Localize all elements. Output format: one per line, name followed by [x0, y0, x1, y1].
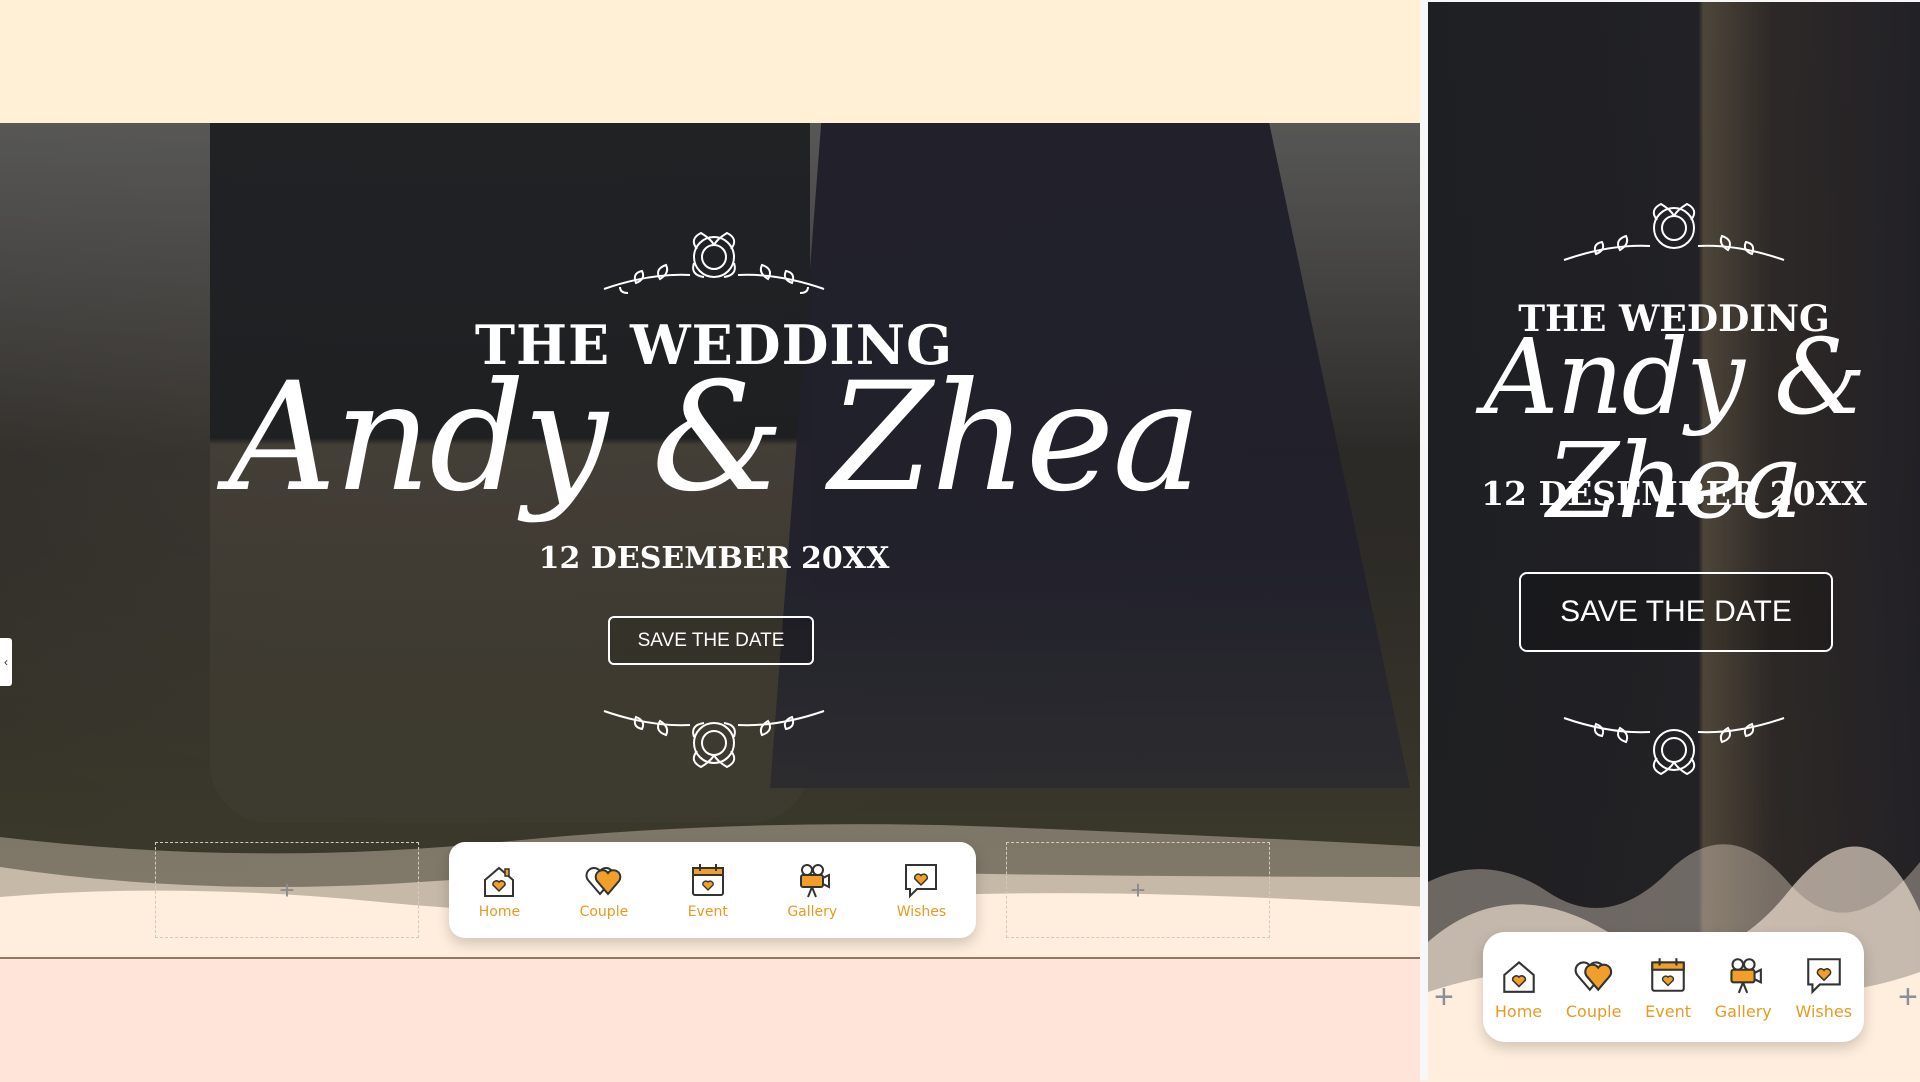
mobile-nav-home[interactable]: Home [1495, 954, 1542, 1021]
hearts-icon [585, 867, 622, 896]
couple-names: Andy & Zhea [228, 351, 1202, 525]
mobile-floral-ornament-top-icon [1563, 202, 1785, 261]
hearts-icon [1574, 960, 1612, 991]
nav-couple[interactable]: Couple [579, 860, 629, 920]
empty-widget-slot-right[interactable]: + [1006, 842, 1270, 938]
mobile-preview: THE WEDDING Andy & Zhea 12 DESEMBER 20XX… [1420, 0, 1920, 1080]
mobile-nav-label-home: Home [1494, 1001, 1543, 1021]
chat-heart-icon [905, 864, 938, 899]
empty-widget-slot-left[interactable]: + [155, 842, 419, 938]
home-heart-icon [484, 866, 515, 897]
nav-label-wishes: Wishes [896, 904, 947, 920]
mobile-nav-label-wishes: Wishes [1795, 1001, 1853, 1021]
mobile-save-the-date-button[interactable]: SAVE THE DATE [1519, 572, 1833, 652]
mobile-nav-label-event: Event [1645, 1001, 1692, 1021]
nav-label-couple: Couple [579, 904, 629, 920]
home-heart-icon [1502, 960, 1535, 993]
nav-home[interactable]: Home [479, 860, 520, 920]
add-icon[interactable]: + [1130, 875, 1145, 906]
calendar-heart-icon [691, 864, 724, 896]
mobile-wedding-date: 12 DESEMBER 20XX [1481, 474, 1867, 513]
save-the-date-button[interactable]: SAVE THE DATE [608, 616, 814, 665]
nav-wishes[interactable]: Wishes [896, 860, 947, 920]
mobile-nav-label-couple: Couple [1565, 1001, 1622, 1021]
video-camera-icon [800, 864, 831, 898]
mobile-nav-couple[interactable]: Couple [1565, 954, 1622, 1021]
mobile-add-right-icon[interactable]: + [1898, 978, 1918, 1017]
mobile-add-left-icon[interactable]: + [1434, 978, 1454, 1017]
mobile-nav-wishes[interactable]: Wishes [1795, 954, 1853, 1021]
nav-label-home: Home [478, 904, 521, 920]
add-icon[interactable]: + [279, 875, 294, 906]
chat-heart-icon [1806, 957, 1841, 994]
floral-ornament-top-icon [603, 231, 825, 294]
sidebar-toggle-handle[interactable]: ‹ [0, 638, 12, 686]
floral-ornament-bottom-icon [603, 710, 825, 769]
mobile-nav-event[interactable]: Event [1645, 954, 1691, 1021]
mobile-hero-section: THE WEDDING Andy & Zhea 12 DESEMBER 20XX… [1428, 2, 1920, 1080]
nav-gallery[interactable]: Gallery [787, 860, 837, 920]
mobile-nav-gallery[interactable]: Gallery [1715, 954, 1772, 1021]
top-section-band [0, 0, 1420, 123]
wedding-date: 12 DESEMBER 20XX [538, 541, 890, 576]
nav-label-gallery: Gallery [787, 904, 838, 920]
mobile-floral-ornament-bottom-icon [1563, 717, 1785, 776]
nav-event[interactable]: Event [688, 860, 728, 920]
hero-section: THE WEDDING Andy & Zhea 12 DESEMBER 20XX… [0, 123, 1428, 957]
bottom-section-band [0, 957, 1420, 1082]
bottom-navigation: Home Couple Event Gallery Wishes [449, 842, 976, 938]
mobile-nav-label-gallery: Gallery [1714, 1001, 1772, 1021]
mobile-bottom-navigation: Home Couple Event Gallery Wishes [1483, 932, 1864, 1042]
nav-label-event: Event [687, 904, 728, 920]
calendar-heart-icon [1651, 957, 1685, 992]
video-camera-icon [1730, 957, 1763, 993]
